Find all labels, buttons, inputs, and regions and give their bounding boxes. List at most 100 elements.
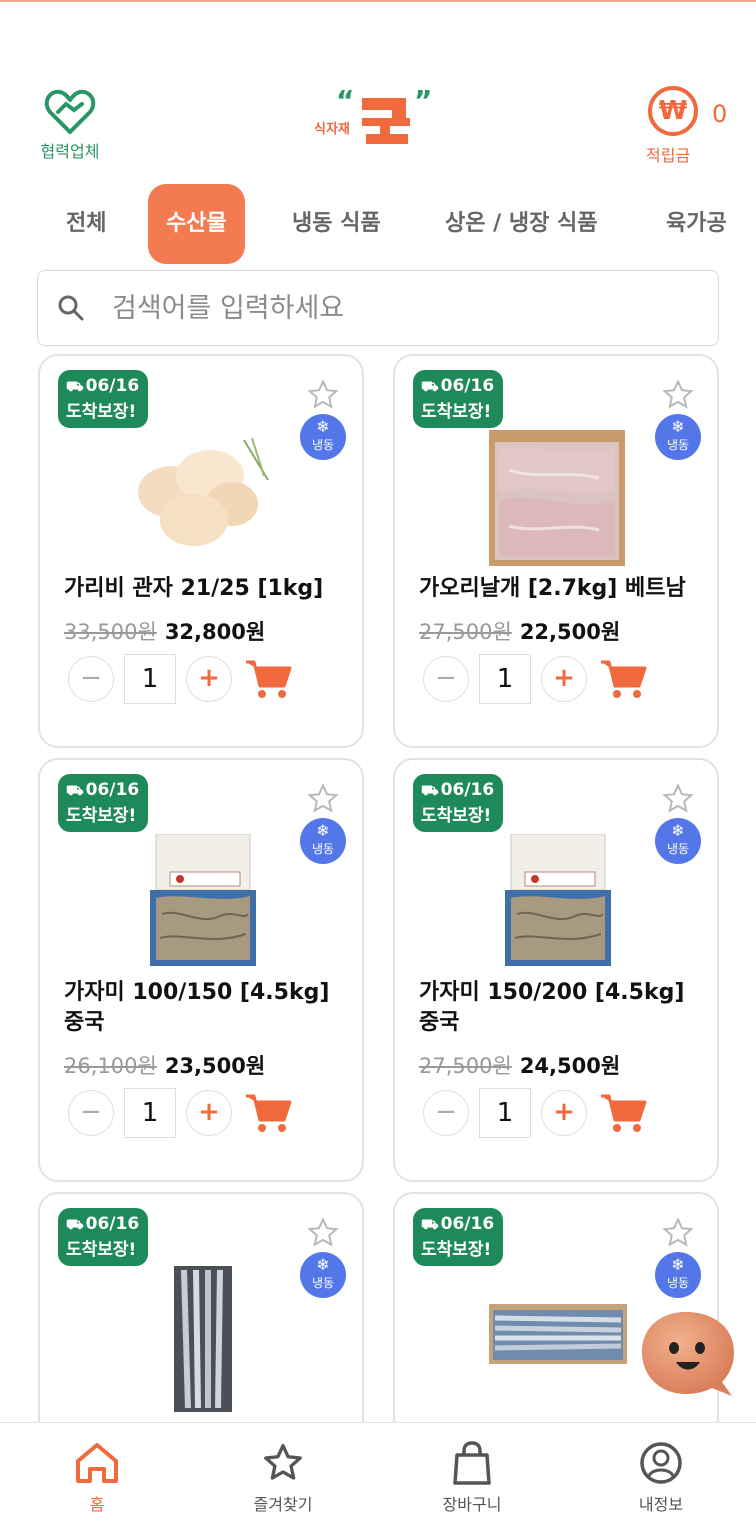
truck-icon: ⛟ bbox=[421, 1217, 439, 1233]
product-grid: ⛟ 06/16 도착보장! ❄ 냉동 가리비 관자 21/25 [1kg] 33,5… bbox=[0, 352, 756, 1422]
home-icon bbox=[76, 1443, 118, 1483]
product-price: 27,500원 22,500원 bbox=[419, 616, 620, 646]
snowflake-icon: ❄ bbox=[671, 821, 685, 840]
delivery-badge: ⛟ 06/16 도착보장! bbox=[413, 1208, 503, 1266]
favorite-star-icon[interactable] bbox=[661, 1216, 695, 1250]
won-icon: ₩ bbox=[648, 86, 698, 136]
sale-price: 22,500원 bbox=[519, 620, 621, 644]
product-image bbox=[138, 437, 269, 546]
increase-button[interactable]: + bbox=[541, 1090, 587, 1136]
delivery-badge: ⛟ 06/16 도착보장! bbox=[58, 774, 148, 832]
user-icon bbox=[640, 1442, 682, 1484]
top-divider bbox=[0, 0, 756, 2]
product-name[interactable]: 가오리날개 [2.7kg] 베트남 bbox=[419, 574, 709, 604]
add-to-cart-icon[interactable] bbox=[599, 1090, 647, 1136]
nav-home[interactable]: 홈 bbox=[42, 1441, 152, 1515]
app-logo[interactable]: “ ” 식자재 bbox=[310, 84, 440, 148]
decrease-button[interactable]: − bbox=[423, 656, 469, 702]
increase-button[interactable]: + bbox=[541, 656, 587, 702]
frozen-badge: ❄ 냉동 bbox=[655, 1252, 701, 1298]
nav-favorites[interactable]: 즐겨찾기 bbox=[228, 1441, 338, 1515]
category-tabs: 전체 수산물 냉동 식품 상온 / 냉장 식품 육가공 bbox=[0, 184, 756, 266]
product-price: 26,100원 23,500원 bbox=[64, 1050, 265, 1080]
search-input[interactable] bbox=[112, 283, 702, 333]
quantity-stepper: − 1 + bbox=[423, 1088, 663, 1138]
product-card[interactable]: ⛟ 06/16 도착보장! ❄ 냉동 bbox=[38, 1192, 364, 1422]
partner-button[interactable]: 협력업체 bbox=[30, 88, 110, 162]
quantity-stepper: − 1 + bbox=[68, 1088, 308, 1138]
increase-button[interactable]: + bbox=[186, 1090, 232, 1136]
frozen-badge: ❄ 냉동 bbox=[655, 414, 701, 460]
nav-favorites-label: 즐겨찾기 bbox=[253, 1495, 313, 1514]
nav-cart-label: 장바구니 bbox=[442, 1495, 502, 1514]
original-price: 27,500원 bbox=[419, 1054, 512, 1078]
nav-my-info-label: 내정보 bbox=[638, 1495, 684, 1514]
decrease-button[interactable]: − bbox=[68, 1090, 114, 1136]
nav-my-info[interactable]: 내정보 bbox=[606, 1441, 716, 1515]
product-price: 27,500원 24,500원 bbox=[419, 1050, 620, 1080]
decrease-button[interactable]: − bbox=[423, 1090, 469, 1136]
snowflake-icon: ❄ bbox=[671, 1255, 685, 1274]
truck-icon: ⛟ bbox=[421, 379, 439, 395]
chatbot-icon[interactable] bbox=[640, 1308, 740, 1400]
bottom-navigation: 홈 즐겨찾기 장바구니 내정보 bbox=[0, 1422, 756, 1537]
truck-icon: ⛟ bbox=[66, 783, 84, 799]
product-card[interactable]: ⛟ 06/16 도착보장! ❄ 냉동 가자미 100/150 [4.5kg] 중국 … bbox=[38, 758, 364, 1182]
product-card[interactable]: ⛟ 06/16 도착보장! ❄ 냉동 가리비 관자 21/25 [1kg] 33,5… bbox=[38, 354, 364, 748]
decrease-button[interactable]: − bbox=[68, 656, 114, 702]
search-bar bbox=[37, 270, 719, 346]
favorite-star-icon[interactable] bbox=[306, 378, 340, 412]
logo-text: 식자재 bbox=[314, 122, 350, 137]
points-label: 적립금 bbox=[646, 146, 691, 165]
sale-price: 24,500원 bbox=[519, 1054, 621, 1078]
tab-room-chilled-food[interactable]: 상온 / 냉장 식품 bbox=[427, 184, 615, 264]
add-to-cart-icon[interactable] bbox=[244, 1090, 292, 1136]
favorite-star-icon[interactable] bbox=[661, 378, 695, 412]
quantity-value[interactable]: 1 bbox=[479, 654, 531, 704]
product-name[interactable]: 가자미 150/200 [4.5kg] 중국 bbox=[419, 978, 709, 1038]
product-card[interactable]: ⛟ 06/16 도착보장! ❄ 냉동 가자미 150/200 [4.5kg] 중국 … bbox=[393, 758, 719, 1182]
shopping-bag-icon bbox=[453, 1441, 491, 1485]
add-to-cart-icon[interactable] bbox=[244, 656, 292, 702]
product-card[interactable]: ⛟ 06/16 도착보장! ❄ 냉동 가오리날개 [2.7kg] 베트남 27,50… bbox=[393, 354, 719, 748]
sale-price: 23,500원 bbox=[164, 1054, 266, 1078]
svg-text:“: “ bbox=[336, 88, 354, 117]
truck-icon: ⛟ bbox=[421, 783, 439, 799]
quantity-value[interactable]: 1 bbox=[124, 1088, 176, 1138]
quantity-value[interactable]: 1 bbox=[124, 654, 176, 704]
product-image bbox=[174, 1266, 232, 1412]
frozen-badge: ❄ 냉동 bbox=[655, 818, 701, 864]
heart-handshake-icon bbox=[44, 89, 96, 134]
partner-label: 협력업체 bbox=[40, 142, 100, 161]
tab-processed-meat[interactable]: 육가공 bbox=[648, 184, 745, 264]
favorite-star-icon[interactable] bbox=[306, 782, 340, 816]
nav-cart[interactable]: 장바구니 bbox=[417, 1441, 527, 1515]
quantity-value[interactable]: 1 bbox=[479, 1088, 531, 1138]
product-image bbox=[505, 834, 611, 966]
points-button[interactable]: ₩ 0 적립금 bbox=[640, 86, 750, 166]
frozen-badge: ❄ 냉동 bbox=[300, 414, 346, 460]
tab-all[interactable]: 전체 bbox=[48, 184, 124, 264]
truck-icon: ⛟ bbox=[66, 1217, 84, 1233]
product-image bbox=[150, 834, 256, 966]
product-name[interactable]: 가자미 100/150 [4.5kg] 중국 bbox=[64, 978, 354, 1038]
original-price: 27,500원 bbox=[419, 620, 512, 644]
product-image bbox=[489, 1304, 627, 1364]
product-image bbox=[489, 430, 625, 566]
delivery-badge: ⛟ 06/16 도착보장! bbox=[413, 774, 503, 832]
product-name[interactable]: 가리비 관자 21/25 [1kg] bbox=[64, 574, 354, 604]
nav-home-label: 홈 bbox=[89, 1495, 105, 1514]
snowflake-icon: ❄ bbox=[316, 821, 330, 840]
increase-button[interactable]: + bbox=[186, 656, 232, 702]
snowflake-icon: ❄ bbox=[316, 417, 330, 436]
product-price: 33,500원 32,800원 bbox=[64, 616, 265, 646]
sale-price: 32,800원 bbox=[164, 620, 266, 644]
frozen-badge: ❄ 냉동 bbox=[300, 1252, 346, 1298]
tab-seafood[interactable]: 수산물 bbox=[148, 184, 245, 264]
star-icon bbox=[264, 1443, 302, 1480]
add-to-cart-icon[interactable] bbox=[599, 656, 647, 702]
delivery-badge: ⛟ 06/16 도착보장! bbox=[58, 1208, 148, 1266]
favorite-star-icon[interactable] bbox=[306, 1216, 340, 1250]
tab-frozen-food[interactable]: 냉동 식품 bbox=[274, 184, 399, 264]
favorite-star-icon[interactable] bbox=[661, 782, 695, 816]
